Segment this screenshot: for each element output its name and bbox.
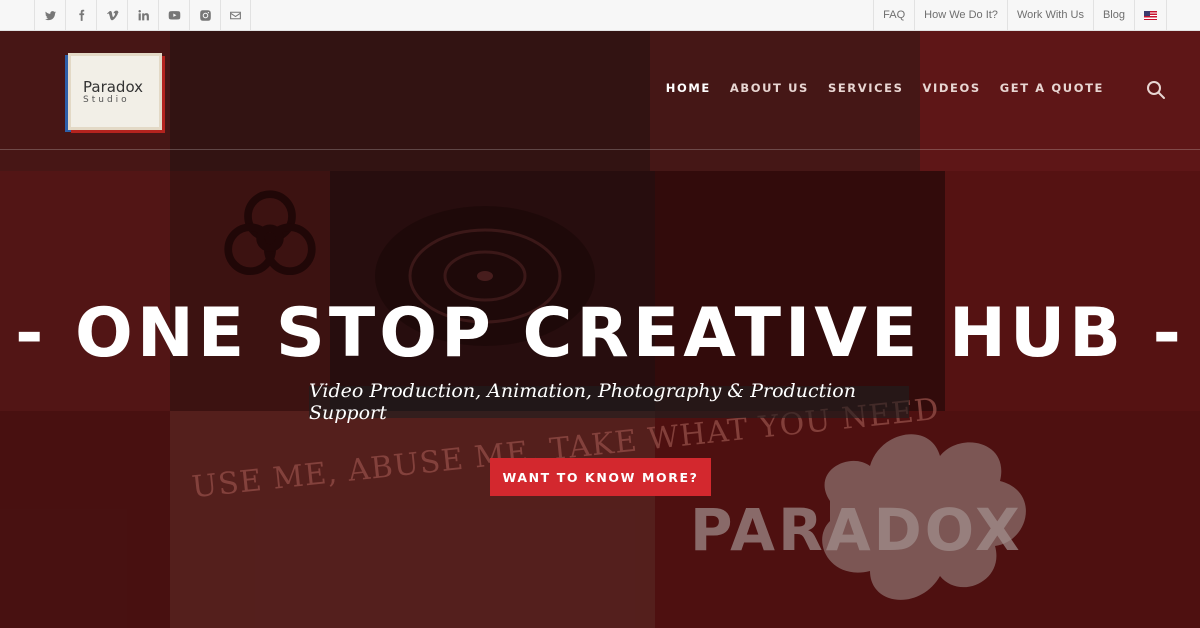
blog-link[interactable]: Blog [1092, 0, 1134, 30]
vimeo-icon[interactable] [96, 0, 127, 30]
header-divider [0, 149, 1200, 150]
work-with-us-link[interactable]: Work With Us [1006, 0, 1093, 30]
site-logo[interactable]: Paradox Studio [68, 53, 162, 130]
logo-wordmark: Paradox [83, 77, 144, 96]
facebook-icon[interactable] [65, 0, 96, 30]
faq-link[interactable]: FAQ [873, 0, 914, 30]
main-nav: HOME ABOUT US SERVICES VIDEOS GET A QUOT… [666, 81, 1104, 95]
want-to-know-more-button[interactable]: WANT TO KNOW MORE? [490, 458, 711, 496]
social-links [34, 0, 251, 30]
search-icon[interactable] [1146, 80, 1166, 100]
twitter-icon[interactable] [34, 0, 65, 30]
instagram-icon[interactable] [189, 0, 220, 30]
hero-subheadline: Video Production, Animation, Photography… [309, 380, 909, 424]
logo-subtitle: Studio [83, 94, 130, 105]
email-icon[interactable] [220, 0, 251, 30]
hero-headline: - ONE STOP CREATIVE HUB - [15, 294, 1185, 373]
nav-item-home[interactable]: HOME [666, 81, 711, 95]
how-we-do-it-link[interactable]: How We Do It? [914, 0, 1007, 30]
linkedin-icon[interactable] [127, 0, 158, 30]
youtube-icon[interactable] [158, 0, 189, 30]
language-selector[interactable] [1134, 0, 1167, 30]
nav-item-services[interactable]: SERVICES [828, 81, 904, 95]
us-flag-icon [1144, 10, 1157, 20]
utility-nav: FAQ How We Do It? Work With Us Blog [873, 0, 1167, 30]
top-utility-bar: FAQ How We Do It? Work With Us Blog [0, 0, 1200, 31]
nav-item-videos[interactable]: VIDEOS [923, 81, 981, 95]
nav-item-get-a-quote[interactable]: GET A QUOTE [1000, 81, 1104, 95]
nav-item-about-us[interactable]: ABOUT US [730, 81, 809, 95]
